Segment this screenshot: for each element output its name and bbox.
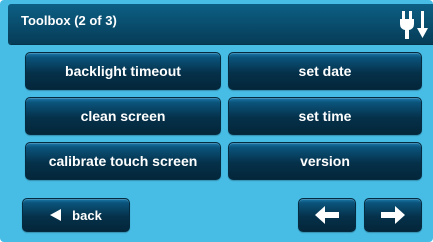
page-title: Toolbox (2 of 3) — [21, 13, 117, 28]
arrow-right-icon — [381, 206, 405, 224]
calibrate-touch-screen-button[interactable]: calibrate touch screen — [25, 142, 221, 180]
clean-screen-label: clean screen — [80, 108, 166, 124]
previous-page-button[interactable] — [298, 198, 356, 232]
arrow-left-icon — [315, 206, 339, 224]
triangle-left-icon — [50, 209, 62, 221]
backlight-timeout-button[interactable]: backlight timeout — [25, 52, 221, 90]
backlight-timeout-label: backlight timeout — [65, 63, 181, 79]
back-label: back — [72, 207, 102, 223]
set-time-label: set time — [298, 108, 352, 124]
calibrate-touch-screen-label: calibrate touch screen — [48, 153, 198, 169]
title-bar: Toolbox (2 of 3) — [8, 4, 433, 44]
set-time-button[interactable]: set time — [228, 97, 422, 135]
back-button[interactable]: back — [22, 198, 130, 232]
power-plug-icon — [400, 11, 428, 39]
set-date-label: set date — [298, 63, 352, 79]
device-screen: Toolbox (2 of 3) backlight timeout clean… — [0, 0, 433, 242]
next-page-button[interactable] — [364, 198, 422, 232]
set-date-button[interactable]: set date — [228, 52, 422, 90]
version-label: version — [300, 153, 350, 169]
version-button[interactable]: version — [228, 142, 422, 180]
clean-screen-button[interactable]: clean screen — [25, 97, 221, 135]
